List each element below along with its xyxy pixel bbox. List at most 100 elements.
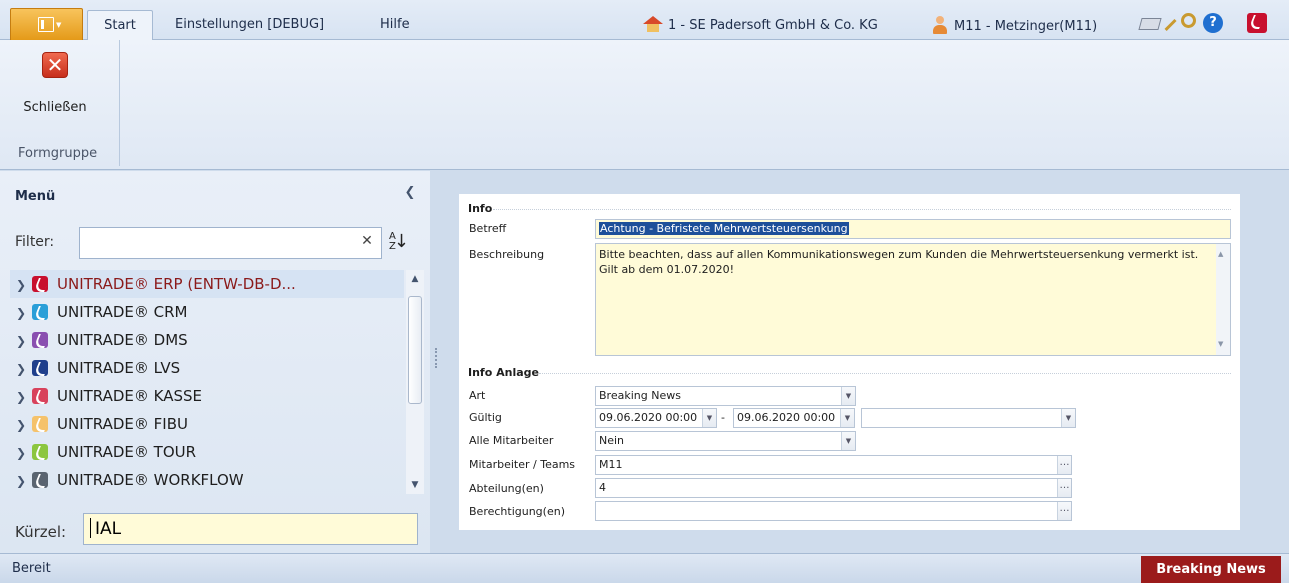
breaking-news-button[interactable]: Breaking News — [1141, 556, 1281, 583]
tab-hilfe[interactable]: Hilfe — [380, 10, 410, 40]
help-icon[interactable]: ? — [1203, 13, 1223, 33]
unitrade-logo-icon — [32, 388, 48, 404]
gueltig-from-field[interactable]: 09.06.2020 00:00 ▼ — [595, 408, 717, 428]
printer-icon[interactable] — [1138, 12, 1160, 34]
company-name: 1 - SE Padersoft GmbH & Co. KG — [668, 18, 878, 33]
user-selector[interactable]: M11 - Metzinger(M11) — [932, 16, 1097, 36]
info-form: Info Betreff Achtung - Befristete Mehrwe… — [459, 194, 1240, 530]
mitarbeiter-teams-field[interactable]: M11 … — [595, 455, 1072, 475]
ellipsis-button[interactable]: … — [1057, 502, 1071, 520]
tree-item[interactable]: ❯ UNITRADE® DMS — [10, 326, 404, 354]
grip-icon — [435, 348, 437, 368]
user-icon — [932, 16, 948, 34]
tab-einstellungen-debug[interactable]: Einstellungen [DEBUG] — [175, 10, 324, 40]
tree-item[interactable]: ❯ UNITRADE® ERP (ENTW-DB-D... — [10, 270, 404, 298]
mitarbeiter-teams-value: M11 — [599, 458, 623, 471]
ellipsis-button[interactable]: … — [1057, 479, 1071, 497]
tree-item[interactable]: ❯ UNITRADE® WORKFLOW — [10, 466, 404, 494]
tree-item-label: UNITRADE® FIBU — [57, 415, 188, 433]
chevron-down-icon[interactable]: ▼ — [841, 387, 855, 405]
art-label: Art — [469, 389, 486, 402]
status-bar: Bereit Breaking News — [0, 553, 1289, 583]
abteilung-field[interactable]: 4… — [595, 478, 1072, 498]
date-range-separator: - — [721, 411, 725, 424]
user-name: M11 - Metzinger(M11) — [954, 19, 1098, 34]
kuerzel-label: Kürzel: — [15, 523, 67, 541]
unitrade-logo-icon — [32, 444, 48, 460]
unitrade-logo-icon — [32, 416, 48, 432]
scroll-up-icon[interactable]: ▲ — [409, 274, 421, 284]
tree-item-label: UNITRADE® KASSE — [57, 387, 203, 405]
betreff-value: Achtung - Befristete Mehrwertsteuersenku… — [599, 222, 849, 235]
filter-input[interactable] — [79, 227, 382, 259]
collapse-panel-button[interactable]: ❮ — [402, 185, 418, 201]
scrollbar-thumb[interactable] — [408, 296, 422, 404]
tree-item[interactable]: ❯ UNITRADE® CRM — [10, 298, 404, 326]
scroll-down-icon[interactable]: ▼ — [409, 480, 421, 490]
alle-mitarbeiter-label: Alle Mitarbeiter — [469, 434, 554, 447]
gueltig-from-value: 09.06.2020 00:00 — [599, 411, 698, 424]
menu-title: Menü — [15, 189, 56, 204]
company-selector[interactable]: 1 - SE Padersoft GmbH & Co. KG — [643, 16, 878, 36]
chevron-down-icon[interactable]: ▼ — [1061, 409, 1075, 427]
section-divider — [493, 209, 1231, 210]
chevron-right-icon[interactable]: ❯ — [10, 271, 32, 299]
panel-splitter[interactable] — [432, 171, 440, 553]
scroll-down-icon[interactable]: ▼ — [1218, 337, 1223, 352]
tree-item[interactable]: ❯ UNITRADE® KASSE — [10, 382, 404, 410]
abteilung-value: 4 — [599, 481, 606, 494]
tree-scrollbar[interactable]: ▲ ▼ — [406, 270, 424, 494]
chevron-down-icon[interactable]: ▼ — [841, 432, 855, 450]
betreff-label: Betreff — [469, 222, 507, 235]
gueltig-extra-select[interactable]: ▼ — [861, 408, 1076, 428]
beschreibung-textarea[interactable]: Bitte beachten, dass auf allen Kommunika… — [595, 243, 1231, 356]
section-info-anlage-title: Info Anlage — [468, 366, 539, 379]
chevron-right-icon[interactable]: ❯ — [10, 439, 32, 467]
chevron-right-icon[interactable]: ❯ — [10, 383, 32, 411]
scroll-up-icon[interactable]: ▲ — [1218, 247, 1223, 262]
textarea-scrollbar[interactable]: ▲ ▼ — [1216, 244, 1230, 355]
alle-mitarbeiter-value: Nein — [599, 434, 625, 447]
sort-az-icon[interactable]: A Z ↓ — [385, 230, 413, 254]
tree-item-label: UNITRADE® WORKFLOW — [57, 471, 244, 489]
chevron-down-icon[interactable]: ▼ — [702, 409, 716, 427]
gueltig-to-field[interactable]: 09.06.2020 00:00 ▼ — [733, 408, 855, 428]
chevron-right-icon[interactable]: ❯ — [10, 299, 32, 327]
art-value: Breaking News — [599, 389, 681, 402]
chevron-right-icon[interactable]: ❯ — [10, 467, 32, 495]
unitrade-logo-icon — [32, 472, 48, 488]
chevron-right-icon[interactable]: ❯ — [10, 355, 32, 383]
tree-item-label: UNITRADE® LVS — [57, 359, 181, 377]
close-button[interactable]: ✕ Schließen — [16, 48, 112, 130]
tree-item-label: UNITRADE® TOUR — [57, 443, 197, 461]
kuerzel-input[interactable]: IAL — [83, 513, 418, 545]
tree-item[interactable]: ❯ UNITRADE® FIBU — [10, 410, 404, 438]
chevron-right-icon[interactable]: ❯ — [10, 327, 32, 355]
ellipsis-button[interactable]: … — [1057, 456, 1071, 474]
section-info-title: Info — [468, 202, 493, 215]
gueltig-label: Gültig — [469, 411, 502, 424]
unitrade-logo-icon — [32, 304, 48, 320]
tree-item-label: UNITRADE® CRM — [57, 303, 188, 321]
chevron-down-icon[interactable]: ▼ — [840, 409, 854, 427]
key-icon[interactable] — [1170, 12, 1196, 34]
unitrade-logo-icon — [32, 332, 48, 348]
application-menu-button[interactable]: ▼ — [10, 8, 83, 40]
art-select[interactable]: Breaking News ▼ — [595, 386, 856, 406]
menu-tree: ❯ UNITRADE® ERP (ENTW-DB-D... ❯ UNITRADE® C… — [10, 270, 404, 494]
tree-item[interactable]: ❯ UNITRADE® TOUR — [10, 438, 404, 466]
betreff-field[interactable]: Achtung - Befristete Mehrwertsteuersenku… — [595, 219, 1231, 239]
ribbon-tab-bar: ▼ Start Einstellungen [DEBUG] Hilfe 1 - … — [0, 0, 1289, 41]
alle-mitarbeiter-select[interactable]: Nein ▼ — [595, 431, 856, 451]
chevron-right-icon[interactable]: ❯ — [10, 411, 32, 439]
tab-start[interactable]: Start — [87, 10, 153, 41]
group-label: Formgruppe — [18, 146, 98, 161]
unitrade-logo-icon[interactable] — [1247, 13, 1267, 33]
kuerzel-value: IAL — [95, 519, 122, 539]
form-group: ✕ Schließen Formgruppe — [6, 40, 120, 166]
berechtigung-field[interactable]: … — [595, 501, 1072, 521]
status-text: Bereit — [12, 561, 51, 576]
tree-item[interactable]: ❯ UNITRADE® LVS — [10, 354, 404, 382]
section-divider — [539, 373, 1231, 374]
clear-filter-icon[interactable]: ✕ — [358, 233, 376, 251]
